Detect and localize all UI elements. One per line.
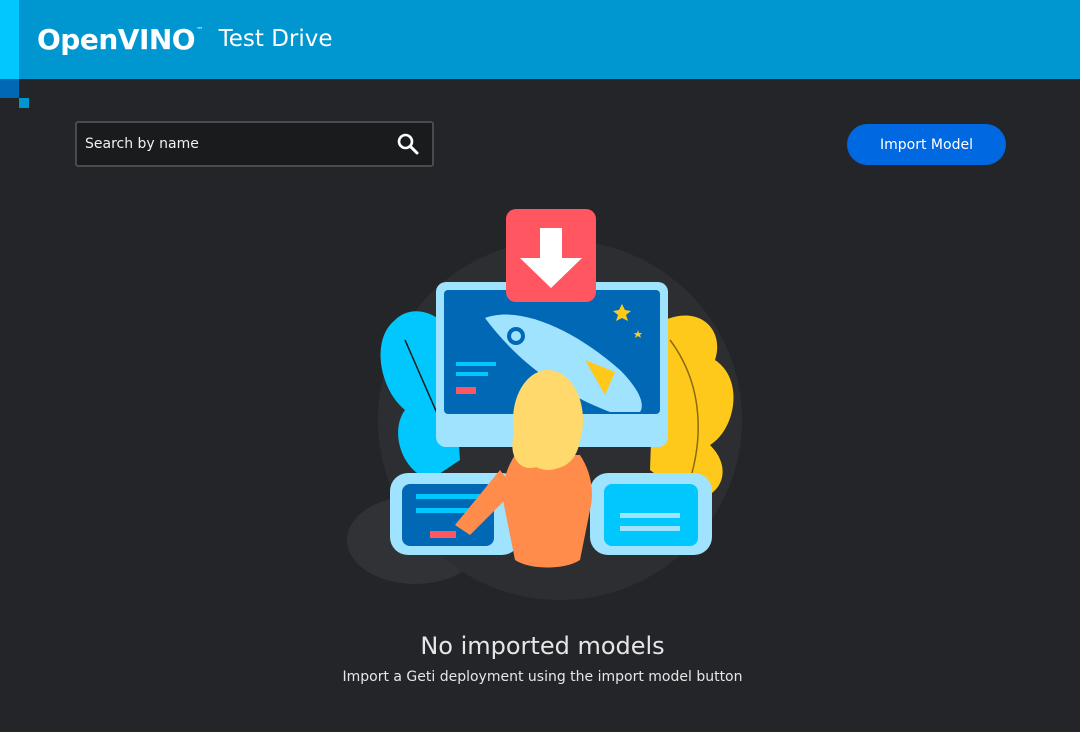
app-window: OpenVINO ™ Test Drive Import Model xyxy=(0,0,1080,732)
app-header: OpenVINO ™ Test Drive xyxy=(0,0,1080,79)
empty-state-subtitle: Import a Geti deployment using the impor… xyxy=(342,669,743,685)
search-icon[interactable] xyxy=(396,132,420,156)
empty-state-title: No imported models xyxy=(420,632,665,660)
search-input[interactable] xyxy=(77,123,396,165)
app-title: Test Drive xyxy=(218,26,333,52)
openvino-logo: OpenVINO ™ xyxy=(37,23,203,56)
header-accent-square xyxy=(0,79,19,98)
logo-text: OpenVINO xyxy=(37,22,196,56)
search-box[interactable] xyxy=(75,121,434,167)
header-accent-square-small xyxy=(19,98,29,108)
empty-state-illustration xyxy=(340,205,750,605)
logo-trademark: ™ xyxy=(196,25,203,34)
import-model-button[interactable]: Import Model xyxy=(847,124,1006,165)
brand: OpenVINO ™ Test Drive xyxy=(37,22,333,56)
header-accent-bar xyxy=(0,0,19,79)
